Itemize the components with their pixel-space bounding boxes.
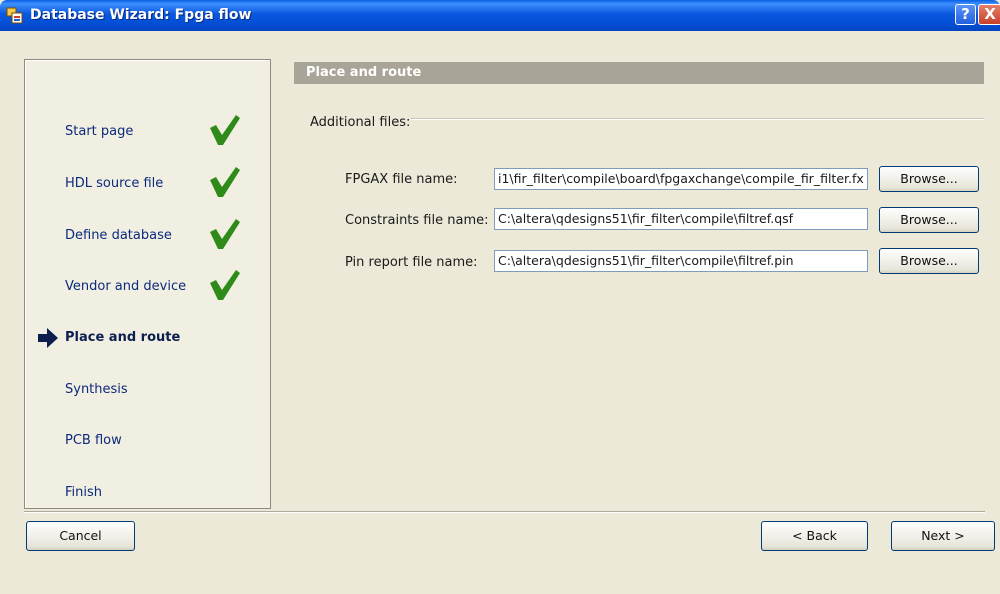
- step-start-page: Start page: [25, 112, 270, 152]
- step-place-and-route: Place and route: [25, 318, 270, 358]
- wizard-steps-panel: Start page HDL source file Define databa…: [24, 59, 271, 509]
- step-label: Synthesis: [65, 382, 128, 397]
- step-hdl-source-file: HDL source file: [25, 164, 270, 204]
- app-icon: [6, 7, 23, 24]
- step-label: Vendor and device: [65, 279, 187, 294]
- step-pcb-flow: PCB flow: [25, 421, 270, 461]
- group-divider: [411, 118, 984, 120]
- green-checkmark-icon: [210, 270, 240, 300]
- constraints-file-input[interactable]: C:\altera\qdesigns51\fir_filter\compile\…: [494, 208, 868, 230]
- step-vendor-and-device: Vendor and device: [25, 267, 270, 307]
- fpgax-file-input[interactable]: i1\fir_filter\compile\board\fpgaxchange\…: [494, 168, 868, 190]
- step-define-database: Define database: [25, 216, 270, 256]
- title-bar: Database Wizard: Fpga flow ? X: [0, 0, 1000, 31]
- step-label: PCB flow: [65, 433, 122, 448]
- browse-constraints-button[interactable]: Browse...: [879, 207, 979, 233]
- pin-report-file-input[interactable]: C:\altera\qdesigns51\fir_filter\compile\…: [494, 250, 868, 272]
- pin-report-file-label: Pin report file name:: [345, 255, 478, 270]
- section-header: Place and route: [294, 62, 984, 84]
- right-arrow-icon: [38, 328, 58, 348]
- constraints-file-label: Constraints file name:: [345, 213, 489, 228]
- footer-divider: [24, 511, 985, 513]
- step-label: Place and route: [65, 330, 181, 345]
- step-label: Start page: [65, 124, 134, 139]
- step-synthesis: Synthesis: [25, 370, 270, 410]
- browse-pin-report-button[interactable]: Browse...: [879, 248, 979, 274]
- cancel-button[interactable]: Cancel: [26, 521, 135, 551]
- green-checkmark-icon: [210, 167, 240, 197]
- wizard-body: Start page HDL source file Define databa…: [0, 31, 1000, 594]
- step-label: Define database: [65, 228, 172, 243]
- additional-files-label: Additional files:: [310, 115, 411, 130]
- help-button[interactable]: ?: [955, 4, 976, 25]
- close-button[interactable]: X: [978, 4, 1000, 25]
- green-checkmark-icon: [210, 115, 240, 145]
- step-finish: Finish: [25, 473, 270, 513]
- next-button[interactable]: Next >: [891, 521, 995, 551]
- step-label: HDL source file: [65, 176, 164, 191]
- green-checkmark-icon: [210, 219, 240, 249]
- fpgax-file-label: FPGAX file name:: [345, 172, 458, 187]
- browse-fpgax-button[interactable]: Browse...: [879, 166, 979, 192]
- window-title: Database Wizard: Fpga flow: [30, 7, 252, 23]
- back-button[interactable]: < Back: [761, 521, 868, 551]
- step-label: Finish: [65, 485, 103, 500]
